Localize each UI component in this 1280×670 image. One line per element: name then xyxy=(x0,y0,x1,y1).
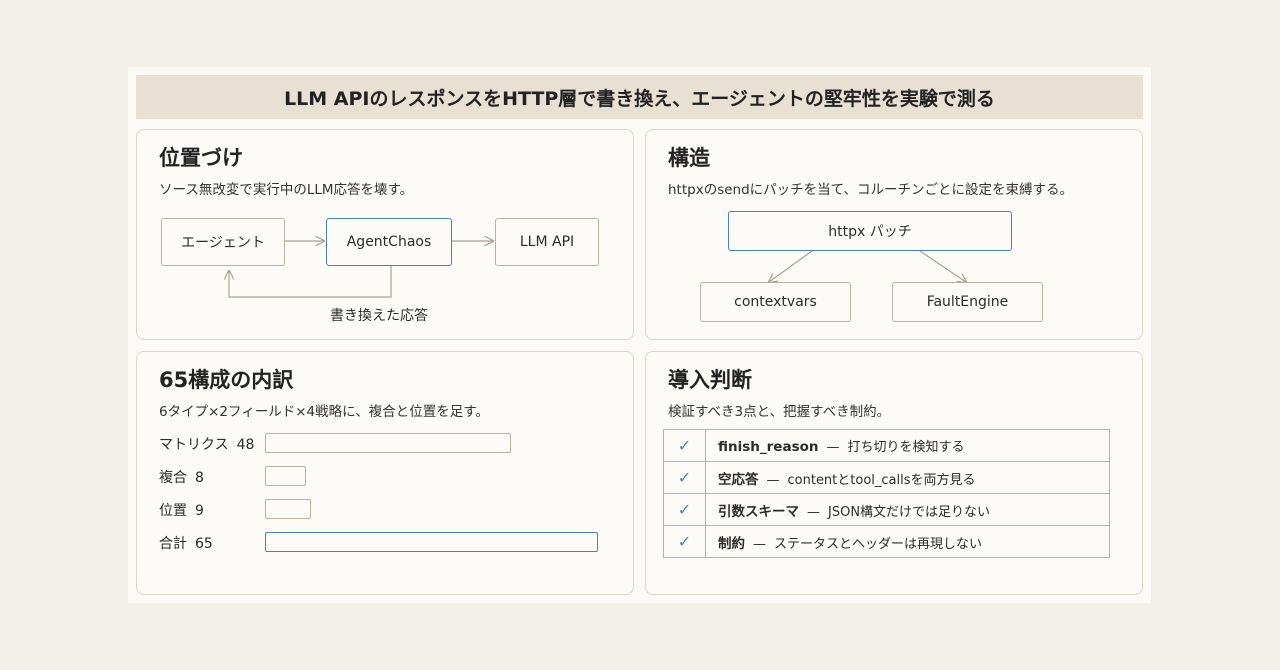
adoption-title: 導入判断 xyxy=(668,368,752,392)
checklist-dash: — xyxy=(826,440,840,455)
bar-category: マトリクス xyxy=(159,437,229,453)
arrow-patch-to-contextvars xyxy=(769,250,813,282)
bar-value-label: 9 xyxy=(195,503,204,519)
bar-1 xyxy=(265,466,306,486)
node-agentchaos: AgentChaos xyxy=(326,218,452,266)
bar-category: 合計 xyxy=(159,536,187,552)
panel-adoption: 導入判断 検証すべき3点と、把握すべき制約。 ✓ finish_reason — 打… xyxy=(645,351,1143,595)
bar-value-label: 65 xyxy=(195,536,213,552)
checklist-row: ✓ 制約 — ステータスとヘッダーは再現しない xyxy=(663,525,1110,558)
checklist-dash: — xyxy=(753,536,766,552)
arrow-return-to-agent xyxy=(229,266,392,298)
node-llm-api: LLM API xyxy=(495,218,599,266)
bar-2 xyxy=(265,499,311,519)
bar-0 xyxy=(265,433,511,453)
edge-label-rewritten-response: 書き換えた応答 xyxy=(330,308,428,324)
bar-category: 位置 xyxy=(159,503,187,519)
breakdown-title: 65構成の内訳 xyxy=(159,368,294,392)
check-icon: ✓ xyxy=(663,461,706,494)
bar-label: 複合 8 xyxy=(159,467,204,487)
checklist-key: 引数スキーマ xyxy=(718,503,799,520)
arrow-patch-to-faultengine xyxy=(919,250,966,282)
bar-label: 位置 9 xyxy=(159,500,204,520)
check-icon: ✓ xyxy=(663,429,706,462)
bar-label: マトリクス 48 xyxy=(159,434,254,454)
node-agent: エージェント xyxy=(161,218,285,266)
bar-3 xyxy=(265,532,598,552)
panel-positioning: 位置づけ ソース無改変で実行中のLLM応答を壊す。 エージェント AgentCh… xyxy=(136,129,634,340)
node-faultengine: FaultEngine xyxy=(892,282,1043,322)
check-icon: ✓ xyxy=(663,493,706,526)
checklist-row: ✓ 引数スキーマ — JSON構文だけでは足りない xyxy=(663,493,1110,526)
checklist-desc: contentとtool_callsを両方見る xyxy=(787,472,976,488)
breakdown-subtitle: 6タイプ×2フィールド×4戦略に、複合と位置を足す。 xyxy=(159,404,489,420)
checklist-row: ✓ finish_reason — 打ち切りを検知する xyxy=(663,429,1110,462)
checklist-key: 制約 xyxy=(718,535,745,552)
check-icon: ✓ xyxy=(663,525,706,558)
checklist-desc: 打ち切りを検知する xyxy=(847,440,965,455)
checklist-row: ✓ 空応答 — contentとtool_callsを両方見る xyxy=(663,461,1110,494)
bar-value-label: 8 xyxy=(195,470,204,486)
adoption-subtitle: 検証すべき3点と、把握すべき制約。 xyxy=(668,404,891,420)
panel-breakdown: 65構成の内訳 6タイプ×2フィールド×4戦略に、複合と位置を足す。 マトリクス… xyxy=(136,351,634,595)
checklist-key: finish_reason xyxy=(718,439,819,455)
node-httpx-patch: httpx パッチ xyxy=(728,211,1012,251)
adoption-checklist: ✓ finish_reason — 打ち切りを検知する ✓ 空応答 — contentと… xyxy=(663,429,1110,558)
bar-label: 合計 65 xyxy=(159,533,213,553)
bar-value-label: 48 xyxy=(236,437,255,453)
checklist-dash: — xyxy=(807,504,820,520)
bar-category: 複合 xyxy=(159,470,187,486)
page-title: LLM APIのレスポンスをHTTP層で書き換え、エージェントの堅牢性を実験で測… xyxy=(136,75,1143,119)
checklist-desc: ステータスとヘッダーは再現しない xyxy=(774,536,983,552)
checklist-dash: — xyxy=(766,472,780,488)
panel-structure: 構造 httpxのsendにパッチを当て、コルーチンごとに設定を束縛する。 ht… xyxy=(645,129,1143,340)
node-contextvars: contextvars xyxy=(700,282,851,322)
checklist-key: 空応答 xyxy=(718,471,759,488)
checklist-desc: JSON構文だけでは足りない xyxy=(828,504,991,520)
infographic-canvas: LLM APIのレスポンスをHTTP層で書き換え、エージェントの堅牢性を実験で測… xyxy=(128,67,1151,603)
